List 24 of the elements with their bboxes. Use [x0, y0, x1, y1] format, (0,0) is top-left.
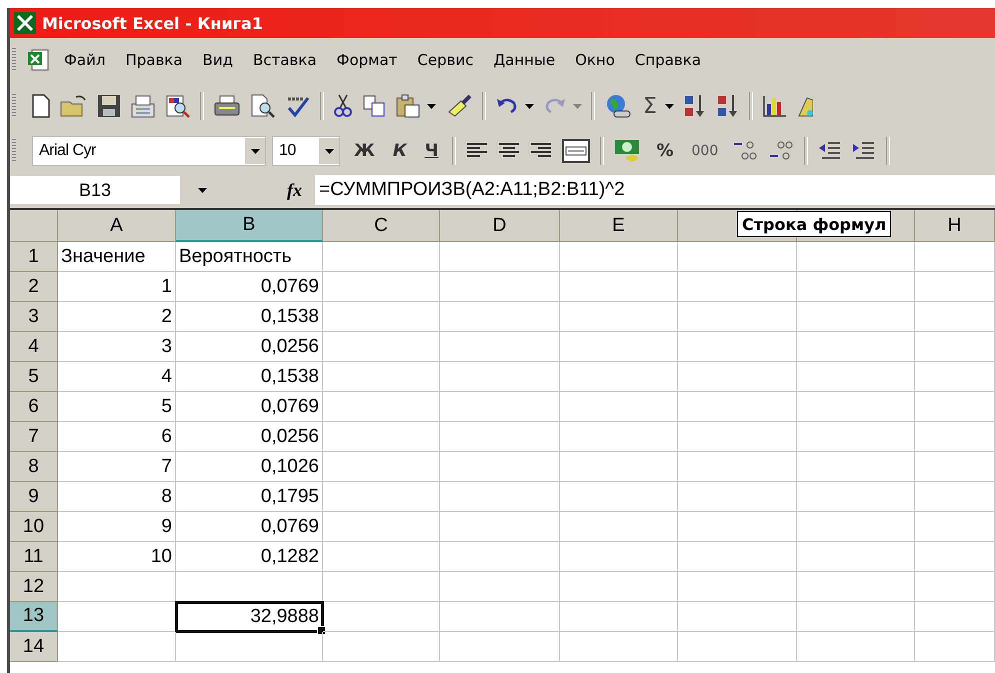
table-cell: 6	[58, 422, 176, 452]
table-cell: 0,0769	[176, 392, 323, 422]
table-cell: 0,1538	[176, 362, 323, 392]
table-cell: 3	[58, 332, 176, 362]
table-cell: 1	[58, 272, 176, 302]
window-title: Microsoft Excel - Книга1	[42, 14, 263, 32]
table-cell: 5	[58, 392, 176, 422]
table-cell: 0,0769	[176, 512, 323, 542]
table-cell: Вероятность	[176, 242, 323, 272]
table-cell: 0,0256	[176, 332, 323, 362]
table-cell: 0,0769	[176, 272, 323, 302]
table-cell: 10	[58, 542, 176, 572]
table-cell: 0,1538	[176, 302, 323, 332]
table-cell: 8	[58, 482, 176, 512]
table-cell: 0,1026	[176, 452, 323, 482]
table-cell: 0,1795	[176, 482, 323, 512]
table-cell: 9	[58, 512, 176, 542]
table-cell: Значение	[58, 242, 176, 272]
table-cell: 0,1282	[176, 542, 323, 572]
table-cell: 2	[58, 302, 176, 332]
tooltip: Строка формул	[737, 211, 892, 237]
table-cell: 0,0256	[176, 422, 323, 452]
table-cell: 7	[58, 452, 176, 482]
table-cell: 4	[58, 362, 176, 392]
